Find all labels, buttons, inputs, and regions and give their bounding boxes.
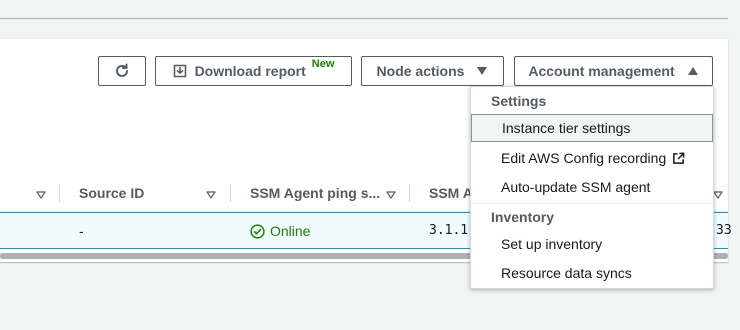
account-management-label: Account management xyxy=(528,63,675,79)
sort-icon[interactable] xyxy=(206,187,216,203)
external-link-icon xyxy=(672,152,685,165)
node-actions-button[interactable]: Node actions xyxy=(361,56,504,86)
column-separator[interactable] xyxy=(59,184,60,202)
caret-down-icon xyxy=(476,66,488,76)
caret-up-icon xyxy=(687,66,699,76)
sort-icon[interactable] xyxy=(36,187,46,203)
column-separator[interactable] xyxy=(409,184,410,202)
sort-icon[interactable] xyxy=(713,187,723,203)
menu-item-label: Instance tier settings xyxy=(502,120,631,136)
agent-version-cell: 3.1.1 xyxy=(429,223,469,238)
menu-group-divider xyxy=(471,203,713,204)
menu-item-instance-tier-settings[interactable]: Instance tier settings xyxy=(471,114,713,142)
trailing-cell: 33 xyxy=(716,223,732,238)
menu-item-resource-data-syncs[interactable]: Resource data syncs xyxy=(471,259,713,287)
account-management-menu: Settings Instance tier settings Edit AWS… xyxy=(470,86,714,289)
menu-item-label: Edit AWS Config recording xyxy=(501,150,667,166)
download-icon xyxy=(173,64,187,78)
column-header-ssm-agent-ping-status[interactable]: SSM Agent ping s... xyxy=(250,185,380,201)
status-positive-icon xyxy=(250,223,265,239)
inventory-group-header: Inventory xyxy=(491,209,555,225)
menu-item-label: Set up inventory xyxy=(501,236,603,252)
download-report-label: Download report xyxy=(194,63,306,79)
ping-status-label: Online xyxy=(270,223,311,239)
menu-item-set-up-inventory[interactable]: Set up inventory xyxy=(471,230,713,258)
menu-item-label: Resource data syncs xyxy=(501,265,632,281)
refresh-icon xyxy=(114,63,130,79)
sort-icon[interactable] xyxy=(386,187,396,203)
column-separator[interactable] xyxy=(230,184,231,202)
menu-item-auto-update-ssm-agent[interactable]: Auto-update SSM agent xyxy=(471,173,713,201)
node-actions-label: Node actions xyxy=(376,63,465,79)
account-management-button[interactable]: Account management xyxy=(514,56,713,86)
top-divider xyxy=(0,18,728,19)
ping-status-cell: Online xyxy=(250,223,310,239)
menu-item-edit-aws-config-recording[interactable]: Edit AWS Config recording xyxy=(471,144,713,172)
menu-item-label: Auto-update SSM agent xyxy=(501,179,651,195)
settings-group-header: Settings xyxy=(491,93,547,109)
column-header-source-id[interactable]: Source ID xyxy=(79,185,144,201)
source-id-cell: - xyxy=(79,223,84,239)
download-report-button[interactable]: Download report New xyxy=(155,56,352,86)
refresh-button[interactable] xyxy=(98,56,146,86)
new-badge: New xyxy=(311,58,335,70)
